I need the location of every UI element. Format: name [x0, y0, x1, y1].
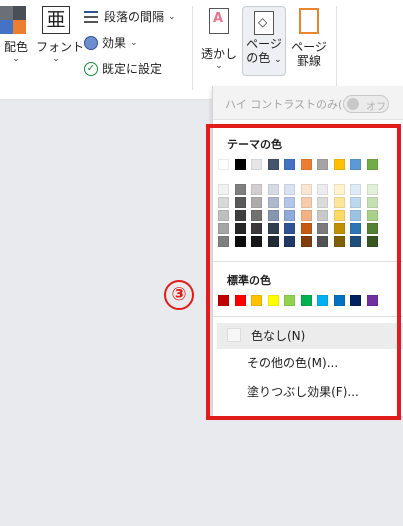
page-color-button[interactable]: ◇ ページ の色 ⌄ [242, 6, 286, 76]
fonts-label: フォント [36, 40, 85, 54]
chevron-down-icon: ⌄ [274, 55, 282, 65]
font-icon: 亜 [42, 6, 70, 34]
paragraph-spacing-icon [84, 10, 100, 24]
page-color-icon: ◇ [254, 11, 274, 35]
paragraph-spacing-label: 段落の間隔 [104, 10, 165, 24]
effects-button[interactable]: 効果 ⌄ [84, 35, 138, 51]
page-borders-button[interactable]: ページ 罫線 [290, 6, 328, 68]
page-color-label-line2: の色 ⌄ [243, 51, 285, 67]
high-contrast-row: ハイ コントラストのみ(H) オフ [213, 86, 403, 120]
watermark-button[interactable]: A 透かし ⌄ [200, 6, 238, 71]
paragraph-spacing-button[interactable]: 段落の間隔 ⌄ [84, 9, 176, 25]
highlight-frame [206, 124, 401, 420]
ribbon: 配色 ⌄ 亜 フォント ⌄ 段落の間隔 ⌄ 効果 ⌄ ✓ 既定に設定 A 透かし… [0, 0, 403, 100]
color-scheme-button[interactable]: 配色 ⌄ [0, 6, 32, 64]
chevron-down-icon: ⌄ [215, 61, 223, 71]
chevron-down-icon: ⌄ [130, 38, 138, 48]
watermark-label: 透かし [200, 47, 237, 61]
effects-icon [84, 36, 98, 50]
toggle-knob [347, 98, 359, 110]
page-color-label-line1: ページ [246, 37, 282, 51]
high-contrast-label: ハイ コントラストのみ(H) [225, 98, 355, 111]
font-glyph: 亜 [46, 9, 66, 31]
chevron-down-icon: ⌄ [12, 54, 20, 64]
ribbon-separator [192, 6, 193, 90]
watermark-icon: A [209, 8, 229, 34]
set-default-button[interactable]: ✓ 既定に設定 [84, 61, 162, 77]
set-default-label: 既定に設定 [102, 62, 163, 76]
page-color-label-text: の色 [246, 51, 271, 65]
fonts-button[interactable]: 亜 フォント ⌄ [36, 6, 85, 64]
page-borders-icon [299, 8, 319, 34]
checkmark-circle-icon: ✓ [84, 62, 98, 76]
color-scheme-icon [0, 6, 26, 34]
high-contrast-toggle[interactable]: オフ [343, 95, 389, 113]
color-scheme-label: 配色 [3, 40, 28, 54]
chevron-down-icon: ⌄ [168, 12, 176, 22]
page-borders-label-line1: ページ [291, 40, 327, 54]
chevron-down-icon: ⌄ [52, 54, 60, 64]
ribbon-separator [336, 6, 337, 90]
step-number-badge: ③ [164, 280, 194, 310]
toggle-state-label: オフ [366, 102, 386, 113]
effects-label: 効果 [102, 36, 127, 50]
page-borders-label-line2: 罫線 [296, 54, 321, 68]
